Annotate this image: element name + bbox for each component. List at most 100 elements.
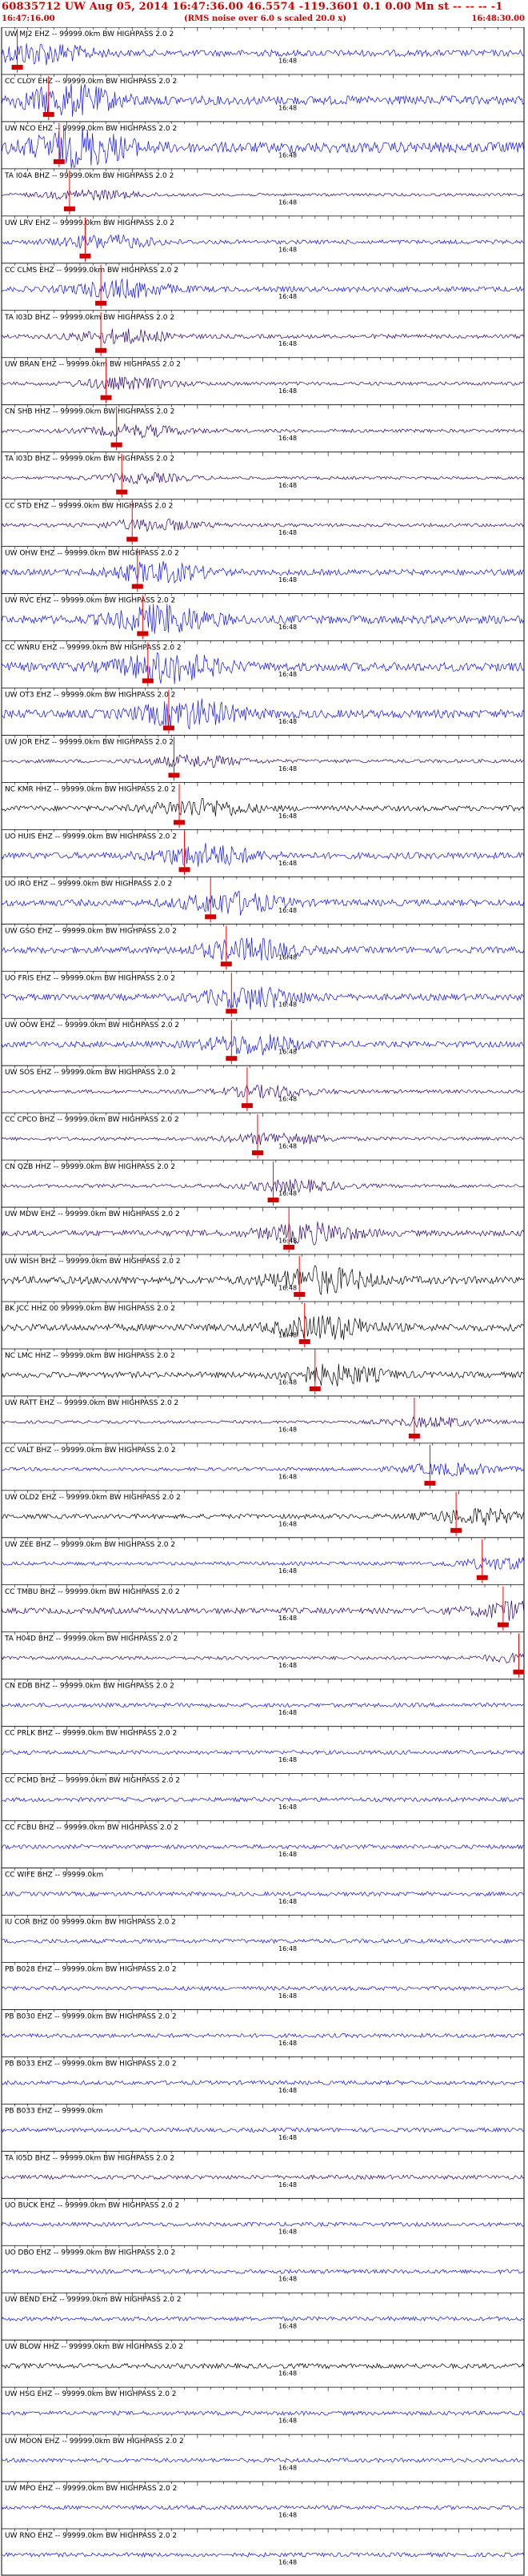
record-header: 60835712 UW Aug 05, 2014 16:47:36.00 46.… [0,0,528,27]
waveform-trace [1,2127,525,2133]
time-tick-label: 16:48 [278,813,297,820]
pick-marker-box [53,158,65,164]
waveform-trace [1,561,525,584]
waveform-trace [1,2316,525,2322]
channel-label: UO HUIS EHZ -- 99999.0km BW HIGHPASS 2.0… [5,833,177,841]
waveform-trace [1,518,525,532]
time-tick-label: 16:48 [278,2465,297,2472]
time-tick-label: 16:48 [278,1426,297,1433]
channel-label: UW BRAN EHZ -- 99999.0km BW HIGHPASS 2.0… [5,361,181,369]
waveform-trace [2,1084,525,1099]
time-tick-label: 16:48 [278,2558,297,2566]
time-tick-label: 16:48 [278,718,297,725]
channel-label: BK JCC HHZ 00 99999.0km BW HIGHPASS 2.0 … [5,1305,175,1313]
waveform-trace [1,2221,525,2228]
time-tick-label: 16:48 [278,2323,297,2330]
time-tick-label: 16:48 [278,1520,297,1527]
waveform-trace [1,2032,525,2039]
pick-marker-box [142,678,154,684]
time-tick-label: 16:48 [278,1096,297,1103]
channel-label: CC WNRU EHZ -- 99999.0km BW HIGHPASS 2.0… [5,644,182,652]
waveform-trace [1,2362,525,2369]
waveform-trace [1,1314,525,1340]
pick-marker-box [408,1433,420,1438]
channel-label: UW NCO EHZ -- 99999.0km BW HIGHPASS 2.0 … [5,125,177,133]
channel-label: IU COR BHZ 00 99999.0km BW HIGHPASS 2.0 … [5,1919,176,1927]
time-tick-label: 16:48 [278,2134,297,2141]
time-tick-label: 16:48 [278,765,297,772]
pick-marker-box [42,111,54,117]
channel-label: UW MJ2 EHZ -- 99999.0km BW HIGHPASS 2.0 … [5,30,174,38]
channel-label: CC CLMS EHZ -- 99999.0km BW HIGHPASS 2.0… [5,267,178,275]
channel-label: CC PCMD BHZ -- 99999.0km BW HIGHPASS 2.0… [5,1777,180,1785]
channel-label: NC KMR HHZ -- 99999.0km BW HIGHPASS 2.0 … [5,785,176,793]
waveform-trace [1,1265,525,1296]
waveform-trace [2,2551,525,2558]
time-tick-label: 16:48 [278,2181,297,2189]
time-tick-label: 16:48 [278,860,297,867]
waveform-trace [1,1463,525,1477]
waveform-trace [1,1938,525,1944]
event-summary: 60835712 UW Aug 05, 2014 16:47:36.00 46.… [2,1,503,13]
waveform-trace [1,604,525,634]
end-time: 16:48:30.00 [471,14,525,23]
waveform-trace [1,2080,525,2086]
time-tick-label: 16:48 [278,1001,297,1009]
channel-label: UW MDW EHZ -- 99999.0km BW HIGHPASS 2.0 … [5,1210,180,1218]
waveform-trace [1,2409,525,2416]
time-tick-label: 16:48 [278,2512,297,2519]
channel-label: CN EDB BHZ -- 99999.0km BW HIGHPASS 2.0 … [5,1683,174,1691]
time-tick-label: 16:48 [278,624,297,631]
channel-label: TA H04D BHZ -- 99999.0km BW HIGHPASS 2.0… [4,1635,178,1643]
channel-label: UO FRIS EHZ -- 99999.0km BW HIGHPASS 2.0… [5,974,175,982]
time-tick-label: 16:48 [278,907,297,914]
channel-label: UO DBO EHZ -- 99999.0km BW HIGHPASS 2.0 … [5,2249,175,2257]
channel-label: TA I04A BHZ -- 99999.0km BW HIGHPASS 2.0… [4,172,174,180]
channel-label: UW BLOW HHZ -- 99999.0km BW HIGHPASS 2.0… [5,2343,183,2351]
time-tick-label: 16:48 [278,2276,297,2283]
channel-label: NC LMC HHZ -- 99999.0km BW HIGHPASS 2.0 … [5,1352,175,1360]
waveform-trace [1,1796,525,1803]
time-tick-label: 16:48 [278,435,297,442]
pick-marker-box [95,300,107,306]
waveform-trace [1,1507,525,1526]
time-tick-label: 16:48 [278,1143,297,1150]
pick-marker-box [226,1009,238,1014]
waveform-trace [1,376,525,390]
waveform-trace [1,278,525,299]
time-tick-label: 16:48 [278,340,297,347]
time-tick-label: 16:48 [278,2087,297,2094]
waveform-trace [1,328,525,345]
waveform-trace [1,1652,525,1663]
time-tick-label: 16:48 [278,151,297,158]
time-tick-label: 16:48 [278,1331,297,1338]
channel-label: UW SOS EHZ -- 99999.0km BW HIGHPASS 2.0 … [5,1069,176,1077]
waveform-trace [1,471,525,485]
pick-marker-box [298,1338,310,1344]
start-time: 16:47:16.00 [2,14,55,23]
time-tick-label: 16:48 [278,671,297,678]
pick-marker-box [178,867,190,873]
waveform-trace [1,1363,525,1386]
waveform-trace [1,2458,525,2464]
channel-label: TA I03D BHZ -- 99999.0km BW HIGHPASS 2.0… [4,455,174,463]
pick-marker-box [126,536,138,542]
time-tick-label: 16:48 [278,2040,297,2047]
time-tick-label: 16:48 [278,1851,297,1858]
time-tick-label: 16:48 [278,1190,297,1198]
channel-label: CC TMBU BHZ -- 99999.0km BW HIGHPASS 2.0… [5,1588,180,1596]
time-tick-label: 16:48 [278,1992,297,2000]
channel-label: PB B030 EHZ -- 99999.0km BW HIGHPASS 2.0… [5,2012,177,2020]
pick-marker-box [294,1292,306,1297]
time-tick-label: 16:48 [278,104,297,111]
waveform-trace [1,1178,525,1194]
channel-label: UW ZEE BHZ -- 99999.0km BW HIGHPASS 2.0 … [5,1541,175,1549]
time-tick-label: 16:48 [278,246,297,253]
pick-marker-box [110,442,122,447]
pick-marker-box [205,914,217,920]
time-range-row: 16:47:16.00 (RMS noise over 6.0 s scaled… [0,14,528,26]
pick-marker-box [513,1669,525,1675]
pick-marker-box [450,1527,462,1533]
waveform-trace [1,1132,525,1146]
time-tick-label: 16:48 [278,57,297,64]
